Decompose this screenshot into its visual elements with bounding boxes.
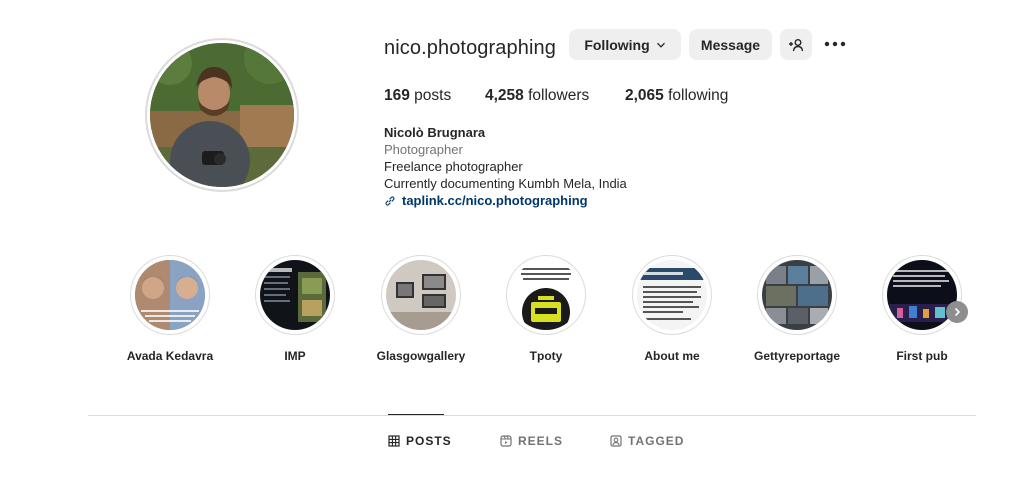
profile-avatar[interactable] xyxy=(145,38,299,192)
chevron-right-icon xyxy=(954,307,961,317)
link-icon xyxy=(385,195,395,206)
highlight-cover xyxy=(255,255,335,335)
profile-bio: Nicolò Brugnara Photographer Freelance p… xyxy=(384,124,627,209)
more-options-icon xyxy=(824,41,846,47)
highlight-cover xyxy=(506,255,586,335)
following-label: following xyxy=(663,87,729,104)
highlight-imp[interactable]: IMP xyxy=(240,255,350,363)
reels-icon xyxy=(500,435,512,447)
chevron-down-icon xyxy=(656,42,665,48)
highlight-label: Gettyreportage xyxy=(753,349,841,363)
highlight-cover xyxy=(882,255,962,335)
profile-category: Photographer xyxy=(384,142,463,157)
following-button[interactable]: Following xyxy=(569,29,681,60)
highlight-avada-kedavra[interactable]: Avada Kedavra xyxy=(115,255,225,363)
message-button-label: Message xyxy=(700,36,761,53)
tab-tagged-label: TAGGED xyxy=(628,434,685,448)
suggested-accounts-button[interactable] xyxy=(780,29,812,60)
bio-line-1: Freelance photographer xyxy=(384,159,523,174)
followers-label: followers xyxy=(523,87,590,104)
bio-link[interactable]: taplink.cc/nico.photographing xyxy=(384,192,627,209)
highlight-label: Glasgowgallery xyxy=(376,349,466,363)
highlight-label: Avada Kedavra xyxy=(126,349,214,363)
highlight-cover xyxy=(632,255,712,335)
following-count: 2,065 xyxy=(625,87,664,104)
highlight-label: First pub xyxy=(896,349,948,363)
highlight-about-me[interactable]: About me xyxy=(617,255,727,363)
bio-line-2: Currently documenting Kumbh Mela, India xyxy=(384,176,627,191)
highlight-label: About me xyxy=(644,349,700,363)
grid-icon xyxy=(388,435,400,447)
profile-full-name: Nicolò Brugnara xyxy=(384,125,486,140)
highlight-gettyreportage[interactable]: Gettyreportage xyxy=(742,255,852,363)
highlight-cover xyxy=(130,255,210,335)
posts-stat: 169 posts xyxy=(384,87,451,105)
highlight-image xyxy=(260,260,330,330)
highlight-cover xyxy=(381,255,461,335)
tagged-icon xyxy=(610,435,622,447)
highlight-label: IMP xyxy=(284,349,306,363)
more-options-button[interactable] xyxy=(822,32,848,56)
following-button-label: Following xyxy=(584,36,650,53)
highlight-glasgowgallery[interactable]: Glasgowgallery xyxy=(366,255,476,363)
tab-posts-label: POSTS xyxy=(406,434,452,448)
message-button[interactable]: Message xyxy=(689,29,772,60)
add-person-icon xyxy=(789,38,804,51)
followers-count: 4,258 xyxy=(485,87,524,104)
posts-label: posts xyxy=(409,87,452,104)
profile-photo xyxy=(150,43,294,187)
bio-link-text: taplink.cc/nico.photographing xyxy=(402,193,588,208)
following-stat[interactable]: 2,065 following xyxy=(625,87,728,105)
followers-stat[interactable]: 4,258 followers xyxy=(485,87,589,105)
highlight-image xyxy=(637,260,707,330)
tabs-divider xyxy=(88,415,976,416)
highlight-image xyxy=(135,260,205,330)
highlight-tpoty[interactable]: Tpoty xyxy=(491,255,601,363)
highlight-image xyxy=(386,260,456,330)
highlight-cover xyxy=(757,255,837,335)
highlight-label: Tpoty xyxy=(529,349,563,363)
highlight-image xyxy=(762,260,832,330)
tab-reels-label: REELS xyxy=(518,434,564,448)
posts-count: 169 xyxy=(384,87,410,104)
tab-tagged[interactable]: TAGGED xyxy=(610,434,684,448)
tab-reels[interactable]: REELS xyxy=(500,434,563,448)
highlight-image xyxy=(511,260,581,330)
tab-posts[interactable]: POSTS xyxy=(388,434,452,448)
profile-username: nico.photographing xyxy=(384,37,556,59)
active-tab-indicator xyxy=(388,414,444,415)
highlight-image xyxy=(887,260,957,330)
highlights-next-button[interactable] xyxy=(946,301,968,323)
